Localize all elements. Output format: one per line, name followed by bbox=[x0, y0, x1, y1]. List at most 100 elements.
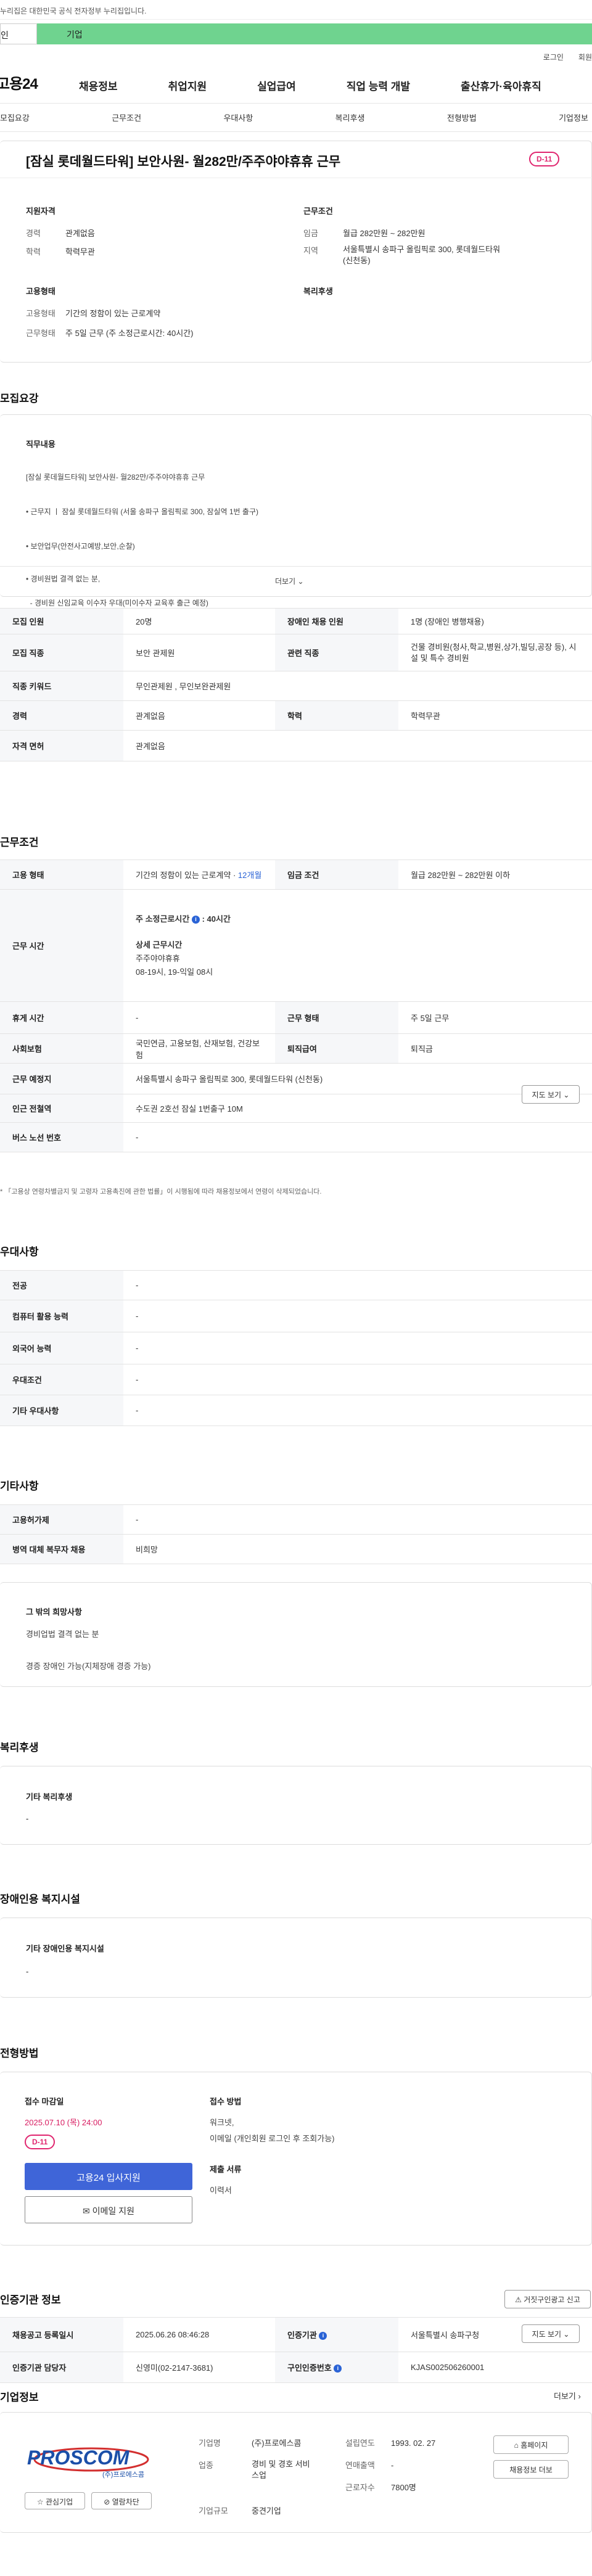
welfare-sub: 기타 복리후생 bbox=[26, 1792, 73, 1802]
report-button[interactable]: ⚠ 거짓구인광고 신고 bbox=[504, 2290, 591, 2308]
info-icon[interactable]: i bbox=[334, 2365, 342, 2373]
email-apply-button[interactable]: ✉ 이메일 지원 bbox=[25, 2196, 192, 2223]
table-head: 외국어 능력 bbox=[0, 1332, 123, 1364]
company-logo: PROSCOM (주)프로에스콤 bbox=[23, 2439, 153, 2482]
table-head: 모집 인원 bbox=[0, 608, 123, 634]
tab-recruit[interactable]: 모집요강 bbox=[0, 112, 30, 123]
career-value: 관계없음 bbox=[65, 229, 95, 238]
company-jobs-button[interactable]: 채용정보 더보 bbox=[493, 2460, 569, 2479]
favorite-label: 관심기업 bbox=[45, 2498, 73, 2506]
career-label: 경력 bbox=[26, 229, 41, 238]
deadline-label: 접수 마감일 bbox=[25, 2097, 64, 2106]
user-type-bar: 인 기업 bbox=[0, 20, 592, 47]
table-row: 모집 직종 보안 관제원 관련 직종 건물 경비원(청사,학교,병원,상가,빌딩,공장… bbox=[0, 634, 592, 671]
table-cell: 국민연금, 고용보험, 산재보험, 건강보험 bbox=[123, 1033, 275, 1064]
welfare-title: 복리후생 bbox=[0, 1742, 39, 1754]
gnb-unemployment-benefit[interactable]: 실업급여 bbox=[257, 78, 296, 93]
company-logo-mark: PROSCOM (주)프로에스콤 bbox=[27, 2447, 149, 2479]
map-button[interactable]: 지도 보기 ⌄ bbox=[522, 1085, 580, 1104]
duty-line: • 보안업무(안전사고예방,보안,순찰) bbox=[26, 542, 135, 551]
selection-title: 전형방법 bbox=[0, 2048, 39, 2059]
established-value: 1993. 02. 27 bbox=[391, 2439, 436, 2448]
favorite-company-button[interactable]: ☆ 관심기업 bbox=[25, 2492, 85, 2509]
tab-selection[interactable]: 전형방법 bbox=[447, 112, 477, 123]
table-head: 직종 키워드 bbox=[0, 671, 123, 701]
edu-value: 학력무관 bbox=[65, 247, 95, 256]
tab-enterprise[interactable]: 기업 bbox=[37, 23, 592, 44]
table-head: 인근 전철역 bbox=[0, 1094, 123, 1123]
table-head: 컴퓨터 활용 능력 bbox=[0, 1300, 123, 1332]
site-logo[interactable]: 고용24 bbox=[0, 72, 38, 93]
block-icon: ⊘ bbox=[104, 2498, 110, 2506]
loc-value: 서울특별시 송파구 올림픽로 300, 롯데월드타워 (신천동) bbox=[343, 245, 501, 265]
emp-type-label: 고용형태 bbox=[26, 309, 56, 318]
homepage-label: 홈페이지 bbox=[520, 2441, 548, 2450]
gnb-parental-leave[interactable]: 출산휴가·육아휴직 bbox=[461, 78, 541, 93]
dday-badge: D-11 bbox=[529, 152, 560, 166]
pref-title: 우대사항 bbox=[0, 1246, 39, 1258]
table-head: 채용공고 등록일시 bbox=[0, 2317, 123, 2352]
table-head: 관련 직종 bbox=[275, 634, 398, 671]
company-title: 기업정보 bbox=[0, 2392, 39, 2403]
gnb-vocational-training[interactable]: 직업 능력 개발 bbox=[347, 78, 410, 93]
std-hours-value: : 40시간 bbox=[202, 914, 231, 924]
table-cell: - bbox=[123, 1504, 592, 1535]
employees-value: 7800명 bbox=[391, 2483, 416, 2492]
cert-no-label: 구인인증번호 bbox=[287, 2363, 332, 2373]
table-row: 병역 대체 복무자 채용 비희망 bbox=[0, 1534, 592, 1564]
disabled-value: - bbox=[26, 1967, 29, 1976]
tab-preference[interactable]: 우대사항 bbox=[223, 112, 253, 123]
table-cell: 보안 관제원 bbox=[123, 634, 275, 671]
tab-welfare[interactable]: 복리후생 bbox=[335, 112, 365, 123]
chevron-down-icon: ⌄ bbox=[563, 2330, 570, 2339]
table-cell: KJAS002506260001 bbox=[398, 2352, 592, 2383]
sales-value: - bbox=[391, 2461, 394, 2470]
info-icon[interactable]: i bbox=[319, 2332, 327, 2340]
tab-individual[interactable]: 인 bbox=[0, 23, 37, 44]
map-button-label: 지도 보기 bbox=[532, 2330, 562, 2339]
table-cell: - bbox=[123, 1122, 592, 1152]
agency-title: 인증기관 정보 bbox=[0, 2294, 61, 2306]
table-row: 자격 면허 관계없음 bbox=[0, 730, 592, 761]
table-cell: - bbox=[123, 1300, 592, 1332]
table-head: 병역 대체 복무자 채용 bbox=[0, 1534, 123, 1564]
detail-hours-line: 08-19시, 19-익일 08시 bbox=[136, 967, 213, 977]
table-cell: 2025.06.26 08:46:28 bbox=[123, 2317, 275, 2352]
login-link[interactable]: 로그인 bbox=[543, 53, 564, 62]
emp-type-text: 기간의 정함이 있는 근로계약 · bbox=[136, 871, 238, 880]
block-company-button[interactable]: ⊘ 열람차단 bbox=[91, 2492, 152, 2509]
hope-title: 그 밖의 희망사항 bbox=[26, 1607, 82, 1617]
gnb-employment-support[interactable]: 취업지원 bbox=[168, 78, 207, 93]
table-cell: 관계없음 bbox=[123, 730, 592, 761]
company-size-value: 중견기업 bbox=[252, 2506, 281, 2516]
method-label: 접수 방법 bbox=[210, 2097, 242, 2106]
tab-work-condition[interactable]: 근무조건 bbox=[112, 112, 141, 123]
recruit-table: 모집 인원 20명 장애인 채용 인원 1명 (장애인 병행채용) 모집 직종 보안 관… bbox=[0, 608, 592, 761]
apply-button[interactable]: 고용24 입사지원 bbox=[25, 2163, 192, 2190]
table-cell: 기간의 정함이 있는 근로계약 · 12개월 bbox=[123, 859, 275, 890]
info-icon[interactable]: i bbox=[191, 915, 200, 924]
edu-label: 학력 bbox=[26, 247, 41, 256]
gnb-job-info[interactable]: 채용정보 bbox=[79, 78, 118, 93]
company-more-link[interactable]: 더보기 › bbox=[554, 2390, 581, 2402]
table-cell: 1명 (장애인 병행채용) bbox=[398, 608, 592, 634]
tab-company[interactable]: 기업정보 bbox=[559, 112, 588, 123]
table-row: 우대조건 - bbox=[0, 1364, 592, 1395]
signup-link[interactable]: 회원 bbox=[578, 53, 592, 62]
table-cell: 퇴직금 bbox=[398, 1033, 592, 1064]
more-button[interactable]: 더보기 ⌄ bbox=[275, 576, 304, 586]
hope-line: 경증 장애인 가능(지체장애 경증 가능) bbox=[26, 1662, 151, 1671]
table-cell: 건물 경비원(청사,학교,병원,상가,빌딩,공장 등), 시설 및 특수 경비원 bbox=[398, 634, 592, 671]
table-row: 휴게 시간 - 근무 형태 주 5일 근무 bbox=[0, 1001, 592, 1034]
block-label: 열람차단 bbox=[112, 2498, 139, 2506]
method-line: 워크넷, bbox=[210, 2118, 234, 2127]
homepage-button[interactable]: ⌂ 홈페이지 bbox=[493, 2435, 569, 2454]
table-cell: 20명 bbox=[123, 608, 275, 634]
table-head: 장애인 채용 인원 bbox=[275, 608, 398, 634]
agency-map-button[interactable]: 지도 보기 ⌄ bbox=[522, 2324, 580, 2343]
table-row: 외국어 능력 - bbox=[0, 1332, 592, 1364]
form-title: 고용형태 bbox=[26, 287, 56, 296]
report-label: 거짓구인광고 신고 bbox=[524, 2295, 580, 2304]
table-cell: - bbox=[123, 1332, 592, 1364]
table-row: 근무 시간 주 소정근로시간 i : 40시간 상세 근무시간 주주야야휴휴 0… bbox=[0, 889, 592, 1002]
